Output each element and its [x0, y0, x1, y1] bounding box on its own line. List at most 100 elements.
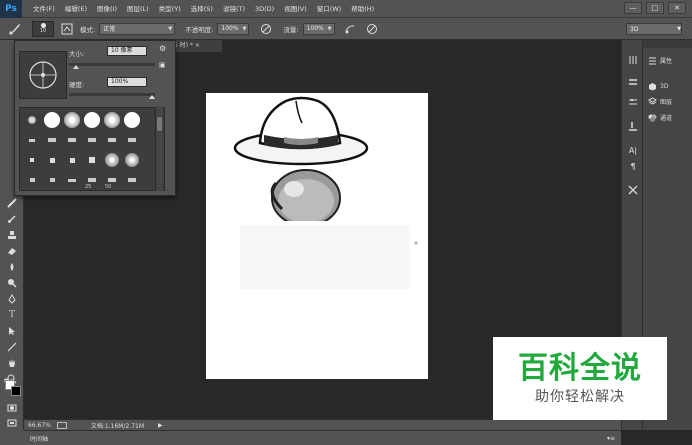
- close-button[interactable]: ✕: [668, 2, 686, 14]
- menu-edit[interactable]: 编辑(E): [60, 0, 92, 18]
- screen-mode-icon[interactable]: [4, 416, 20, 430]
- zoom-level[interactable]: 66.67%: [28, 422, 51, 429]
- options-bar: 10 模式: 正常 ▼ 不透明度: 100% ▼ 流量: 100% ▼ 3D ▼: [0, 18, 692, 40]
- brush-preset[interactable]: [122, 130, 142, 150]
- artwork-hat-ball: [206, 96, 428, 379]
- brush-preset[interactable]: [82, 130, 102, 150]
- panel-3d[interactable]: 3D: [647, 80, 668, 92]
- hardness-slider[interactable]: [69, 93, 155, 99]
- brush-preset[interactable]: [122, 110, 142, 130]
- panel-layers[interactable]: 图层: [647, 95, 672, 107]
- paint-bucket-icon[interactable]: [4, 260, 20, 274]
- path-selection-icon[interactable]: [4, 324, 20, 338]
- brush-preset[interactable]: [42, 130, 62, 150]
- brush-preset[interactable]: [122, 150, 142, 170]
- pressure-size-icon[interactable]: [365, 22, 379, 36]
- brush-preset[interactable]: [42, 150, 62, 170]
- brush-preset[interactable]: [62, 130, 82, 150]
- history-icon[interactable]: [627, 54, 639, 66]
- brush-preset[interactable]: [42, 170, 62, 190]
- brush-grid-scrollbar[interactable]: [155, 107, 163, 191]
- status-menu-arrow-icon[interactable]: ▶: [158, 422, 163, 429]
- brush-preset[interactable]: [42, 110, 62, 130]
- timeline-panel-tab: 时间轴 ▾≡: [24, 430, 621, 445]
- actions-icon[interactable]: [627, 76, 639, 88]
- menu-file[interactable]: 文件(F): [28, 0, 60, 18]
- brush-icon[interactable]: [4, 212, 20, 226]
- mode-select[interactable]: 正常 ▼: [99, 22, 176, 35]
- document-canvas[interactable]: [206, 93, 428, 379]
- menu-image[interactable]: 图像(I): [92, 0, 122, 18]
- hardness-field[interactable]: 100%: [107, 77, 147, 87]
- type-icon[interactable]: T: [4, 308, 20, 322]
- panel-menu-icon[interactable]: ▾≡: [607, 435, 615, 442]
- gear-icon[interactable]: ⚙: [159, 44, 166, 53]
- brush-preset[interactable]: [82, 110, 102, 130]
- brush-preset[interactable]: [122, 170, 142, 190]
- panel-properties[interactable]: 属性: [647, 54, 672, 66]
- menu-select[interactable]: 选择(S): [186, 0, 218, 18]
- brush-preset[interactable]: [22, 110, 42, 130]
- scrollbar-thumb[interactable]: [157, 117, 162, 131]
- 3d-icon: [647, 81, 657, 91]
- menu-3d[interactable]: 3D(D): [250, 0, 279, 18]
- brush-preset[interactable]: [62, 170, 82, 190]
- menu-layer[interactable]: 图层(L): [122, 0, 154, 18]
- eraser-icon[interactable]: [4, 244, 20, 258]
- opacity-value: 100%: [221, 25, 239, 32]
- share-icon[interactable]: [56, 421, 67, 429]
- line-icon[interactable]: [4, 340, 20, 354]
- brush-preset[interactable]: [102, 150, 122, 170]
- menu-view[interactable]: 视图(V): [279, 0, 312, 18]
- brush-preset[interactable]: [102, 130, 122, 150]
- mode-value: 正常: [103, 26, 116, 33]
- brush-tool-icon[interactable]: [6, 21, 24, 37]
- brush-preset[interactable]: [62, 150, 82, 170]
- airbrush-icon[interactable]: [343, 22, 357, 36]
- brush-preset[interactable]: [22, 150, 42, 170]
- timeline-label[interactable]: 时间轴: [30, 434, 48, 443]
- document-tab[interactable]: 5 时) * ×: [172, 40, 222, 52]
- minimize-button[interactable]: —: [624, 2, 642, 14]
- pressure-opacity-icon[interactable]: [259, 22, 273, 36]
- size-slider-handle[interactable]: [73, 65, 79, 69]
- brush-angle-preview[interactable]: [19, 51, 67, 99]
- brush-preset[interactable]: [102, 110, 122, 130]
- quick-mask-icon[interactable]: [4, 401, 20, 415]
- character-icon[interactable]: A|: [627, 144, 639, 156]
- paragraph-icon[interactable]: ¶: [627, 160, 639, 172]
- hand-icon[interactable]: [4, 356, 20, 370]
- size-field[interactable]: 10 像素: [107, 46, 147, 56]
- flow-field[interactable]: 100% ▼: [302, 22, 335, 35]
- size-slider[interactable]: [69, 63, 155, 69]
- maximize-button[interactable]: □: [646, 2, 664, 14]
- dodge-icon[interactable]: [4, 276, 20, 290]
- chevron-down-icon: ▼: [242, 25, 247, 32]
- background-color-swatch[interactable]: [11, 386, 21, 396]
- menu-list: 文件(F) 编辑(E) 图像(I) 图层(L) 类型(Y) 选择(S) 滤镜(T…: [28, 0, 379, 18]
- menu-type[interactable]: 类型(Y): [154, 0, 186, 18]
- brush-size-readout: 10: [39, 28, 47, 34]
- new-preset-icon[interactable]: ▣: [159, 61, 166, 69]
- menu-window[interactable]: 窗口(W): [312, 0, 347, 18]
- adjustments-icon[interactable]: [627, 96, 639, 108]
- brush-preset[interactable]: [22, 170, 42, 190]
- panel-channels[interactable]: 通道: [647, 111, 672, 123]
- healing-brush-icon[interactable]: [4, 196, 20, 210]
- brush-preset[interactable]: [82, 150, 102, 170]
- brush-preset-picker[interactable]: 10: [32, 20, 54, 37]
- clone-stamp-icon[interactable]: [4, 228, 20, 242]
- brush-settings-icon[interactable]: [627, 120, 639, 132]
- brush-preset[interactable]: [22, 130, 42, 150]
- menu-help[interactable]: 帮助(H): [346, 0, 379, 18]
- brush-preset-grid: 25 50: [19, 107, 165, 191]
- workspace-select[interactable]: 3D ▼: [626, 23, 682, 35]
- brush-preset[interactable]: [62, 110, 82, 130]
- opacity-field[interactable]: 100% ▼: [217, 22, 250, 35]
- hardness-slider-handle[interactable]: [149, 95, 155, 99]
- flow-label: 流量:: [283, 25, 299, 34]
- tools-presets-icon[interactable]: [627, 184, 639, 196]
- brush-panel-toggle-icon[interactable]: [60, 22, 74, 36]
- menu-filter[interactable]: 滤镜(T): [218, 0, 250, 18]
- pen-icon[interactable]: [4, 292, 20, 306]
